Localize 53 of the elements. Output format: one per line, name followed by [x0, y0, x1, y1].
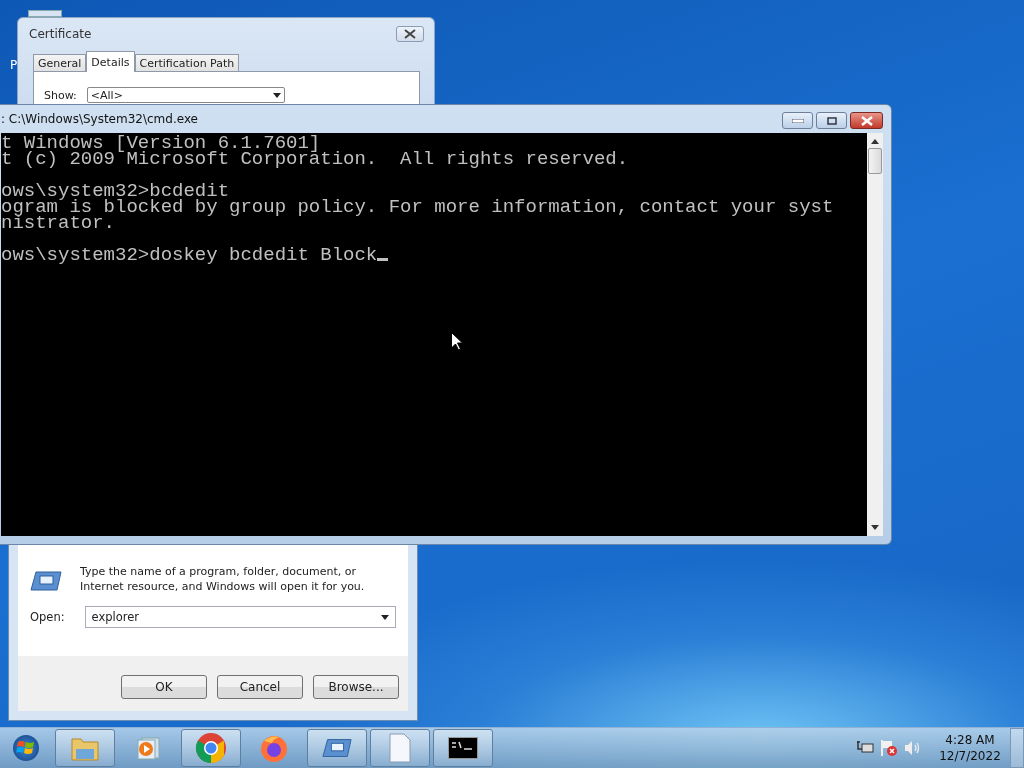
taskbar-button[interactable]	[433, 729, 493, 767]
text-cursor	[377, 258, 389, 261]
window-title: Certificate	[29, 27, 92, 41]
clock-time: 4:28 AM	[945, 732, 995, 748]
console-line: ows\system32>doskey bcdedit Block	[1, 247, 867, 263]
close-icon	[404, 29, 416, 39]
desktop-icon[interactable]	[28, 10, 62, 17]
minimize-icon	[791, 118, 804, 123]
open-label: Open:	[30, 610, 65, 624]
speaker-icon[interactable]	[904, 740, 922, 756]
close-button[interactable]	[850, 112, 883, 129]
clock[interactable]: 4:28 AM 12/7/2022	[936, 732, 1004, 764]
minimize-button[interactable]	[782, 112, 813, 129]
scrollbar[interactable]	[867, 133, 883, 536]
scrollbar-thumb[interactable]	[868, 148, 882, 174]
windows-logo-icon	[13, 735, 39, 761]
console-line: nistrator.	[1, 215, 117, 231]
open-field[interactable]: explorer	[84, 606, 396, 628]
network-icon[interactable]	[856, 740, 874, 756]
scroll-up-icon	[871, 139, 879, 144]
tab[interactable]: Certification Path	[134, 54, 240, 71]
console-line: t (c) 2009 Microsoft Corporation. All rights reserved.	[1, 151, 630, 167]
run-icon	[322, 737, 352, 759]
dropdown-arrow-icon	[272, 92, 281, 98]
console-line: t Windows [Version 6.1.7601]	[1, 135, 321, 151]
run-description: Type the name of a program, folder, document, or Internet resource, and Windows will open it for you.	[80, 564, 366, 594]
console-line: ogram is blocked by group policy. For more information, contact your syst	[1, 199, 835, 215]
dialog-button[interactable]: Cancel	[217, 675, 303, 699]
window-title: : C:\Windows\System32\cmd.exe	[1, 112, 198, 126]
show-desktop-button[interactable]	[1010, 728, 1024, 768]
tab[interactable]: Details	[86, 51, 135, 72]
flag-error-icon[interactable]	[880, 739, 898, 757]
close-button[interactable]	[396, 26, 424, 42]
close-icon	[860, 115, 873, 126]
console-line: ows\system32>bcdedit	[1, 183, 231, 199]
dialog-button[interactable]: Browse...	[313, 675, 399, 699]
show-dropdown[interactable]: <All>	[86, 87, 285, 103]
maximize-icon	[826, 116, 837, 125]
run-icon	[30, 570, 62, 592]
show-label: Show:	[44, 88, 77, 102]
browser-icon	[195, 732, 227, 764]
dialog-button[interactable]: OK	[121, 675, 207, 699]
document-icon	[388, 733, 412, 763]
scroll-down-icon	[871, 525, 879, 530]
clock-date: 12/7/2022	[939, 748, 1001, 764]
mouse-cursor-icon	[451, 332, 463, 351]
tab[interactable]: General	[33, 54, 87, 71]
dropdown-arrow-icon	[381, 614, 389, 620]
desktop-icon-label: P	[10, 58, 18, 72]
console-icon	[448, 737, 478, 759]
maximize-button[interactable]	[816, 112, 847, 129]
browser-icon	[259, 733, 289, 763]
media-player-icon	[135, 735, 161, 761]
